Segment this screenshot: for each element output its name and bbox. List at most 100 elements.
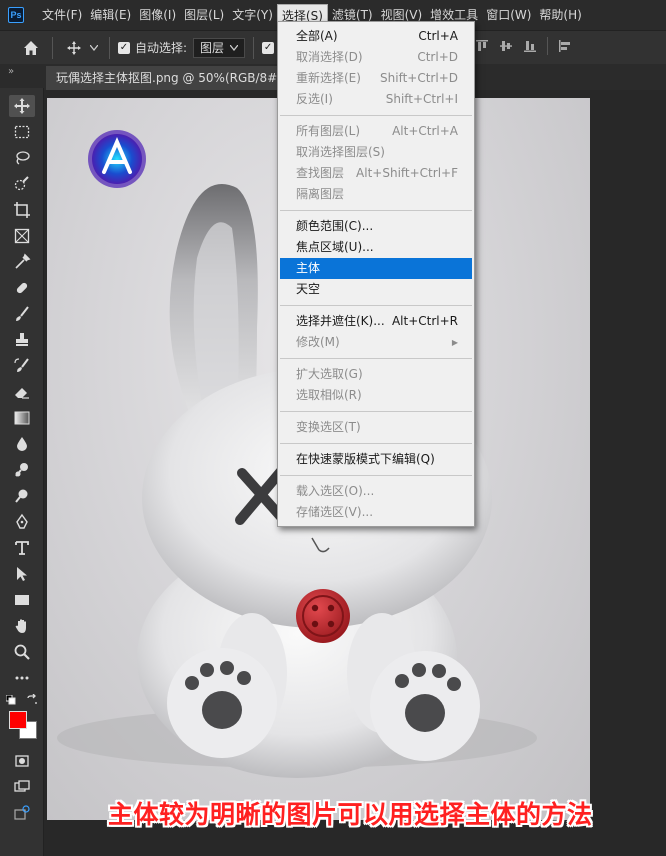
move-tool[interactable] [0,93,44,119]
select-menu-item[interactable]: 天空 [278,279,474,300]
auto-select-label: 自动选择: [135,41,188,55]
select-menu-item-label: 取消选择图层(S) [296,145,385,159]
tools-panel [0,88,44,856]
crop-icon [14,202,30,218]
menu-item[interactable]: 图像(I) [135,4,180,26]
eyedropper-tool[interactable] [0,249,44,275]
menu-item[interactable]: 帮助(H) [535,4,585,26]
select-menu-item-shortcut: Ctrl+D [417,50,458,64]
select-menu-item[interactable]: 选取相似(R) [278,385,474,406]
screen-mode-button[interactable] [0,774,44,800]
magnifier-pen-icon [15,489,28,503]
crop-tool[interactable] [0,197,44,223]
frame-tool[interactable] [0,223,44,249]
select-menu-item-label: 主体 [296,261,321,275]
align-buttons [475,37,572,55]
object-selection-tool[interactable] [0,171,44,197]
dodge-tool[interactable] [0,457,44,483]
select-menu-item[interactable]: 存储选区(V)... [278,502,474,523]
clone-stamp-tool[interactable] [0,327,44,353]
select-menu-item[interactable]: 修改(M) ▶ [278,332,474,353]
select-menu-item[interactable]: 颜色范围(C)... [278,216,474,237]
menu-item[interactable]: 编辑(E) [86,4,135,26]
zoom-tool[interactable] [0,639,44,665]
rectangle-tool[interactable] [0,587,44,613]
pen-tool-group[interactable] [0,483,44,509]
droplet-icon [17,437,27,451]
edit-toolbar-button[interactable] [0,800,44,826]
align-top-icon[interactable] [475,39,489,53]
select-menu-item[interactable]: 选择并遮住(K)... Alt+Ctrl+R [278,311,474,332]
select-menu-item[interactable]: 全部(A) Ctrl+A [278,26,474,47]
gradient-icon [14,411,30,425]
select-menu-item-label: 变换选区(T) [296,420,361,434]
eraser-tool[interactable] [0,379,44,405]
pen-tool[interactable] [0,509,44,535]
document-tab-title: 玩偶选择主体抠图.png @ 50%(RGB/8#) [56,71,282,85]
healing-brush-tool[interactable] [0,275,44,301]
select-menu-item-label: 在快速蒙版模式下编辑(Q) [296,452,435,466]
photoshop-logo-icon: Ps [8,7,24,23]
brush-icon [16,306,29,321]
select-menu-item[interactable]: 反选(I) Shift+Ctrl+I [278,89,474,110]
home-icon[interactable] [18,35,44,61]
lasso-tool[interactable] [0,145,44,171]
select-menu-item[interactable]: 所有图层(L) Alt+Ctrl+A [278,121,474,142]
select-menu-item[interactable]: 扩大选取(G) [278,364,474,385]
chevron-down-icon [230,44,239,51]
menu-separator [280,210,472,211]
select-menu-item[interactable]: 查找图层 Alt+Shift+Ctrl+F [278,163,474,184]
type-icon [15,541,29,555]
submenu-arrow-icon: ▶ [451,338,458,347]
more-tools[interactable] [0,665,44,691]
default-colors-icon[interactable] [5,694,16,708]
menu-item[interactable]: 文件(F) [38,4,86,26]
align-vertical-center-icon[interactable] [499,39,513,53]
select-menu-item[interactable]: 焦点区域(U)... [278,237,474,258]
path-selection-tool[interactable] [0,561,44,587]
align-left-icon[interactable] [558,39,572,53]
history-brush-tool[interactable] [0,353,44,379]
show-transform-checkbox[interactable]: ✓ [262,41,275,54]
type-tool[interactable] [0,535,44,561]
blur-tool[interactable] [0,431,44,457]
select-menu-item[interactable]: 载入选区(O)... [278,481,474,502]
divider [52,36,53,59]
document-tab[interactable]: 玩偶选择主体抠图.png @ 50%(RGB/8#) [46,66,292,90]
expand-panel-icon[interactable]: » [8,66,14,77]
select-menu-item[interactable]: 取消选择(D) Ctrl+D [278,47,474,68]
select-menu-item-label: 扩大选取(G) [296,367,363,381]
align-bottom-icon[interactable] [523,39,537,53]
select-menu-item[interactable]: 重新选择(E) Shift+Ctrl+D [278,68,474,89]
menu-separator [280,411,472,412]
select-menu-item[interactable]: 主体 [280,258,472,279]
select-menu-item-shortcut: Ctrl+A [418,29,458,43]
chevron-down-icon[interactable] [87,35,101,61]
move-icon [14,98,30,114]
foreground-color-swatch[interactable] [9,711,27,729]
layers-settings-icon [14,805,30,820]
screen-mode-icon [14,780,30,792]
select-menu-item-shortcut: Alt+Shift+Ctrl+F [356,166,458,180]
brush-tool[interactable] [0,301,44,327]
select-menu-item[interactable]: 在快速蒙版模式下编辑(Q) [278,449,474,470]
gradient-tool[interactable] [0,405,44,431]
swap-colors-icon[interactable] [26,693,38,709]
auto-select-target-value: 图层 [200,41,225,55]
auto-select-checkbox[interactable]: ✓ [118,41,130,54]
hand-tool[interactable] [0,613,44,639]
menu-item[interactable]: 窗口(W) [482,4,535,26]
menu-item[interactable]: 文字(Y) [228,4,277,26]
select-menu-item[interactable]: 取消选择图层(S) [278,142,474,163]
select-menu-item-label: 反选(I) [296,92,333,106]
zoom-icon [14,644,30,660]
select-menu-item[interactable]: 隔离图层 [278,184,474,205]
menu-item[interactable]: 图层(L) [180,4,228,26]
select-menu-item-label: 重新选择(E) [296,71,361,85]
marquee-tool[interactable] [0,119,44,145]
move-tool-preset-icon[interactable] [61,35,87,61]
select-menu-item[interactable]: 变换选区(T) [278,417,474,438]
quick-mask-button[interactable] [0,748,44,774]
stamp-icon [16,333,28,346]
auto-select-target-dropdown[interactable]: 图层 [193,37,246,58]
